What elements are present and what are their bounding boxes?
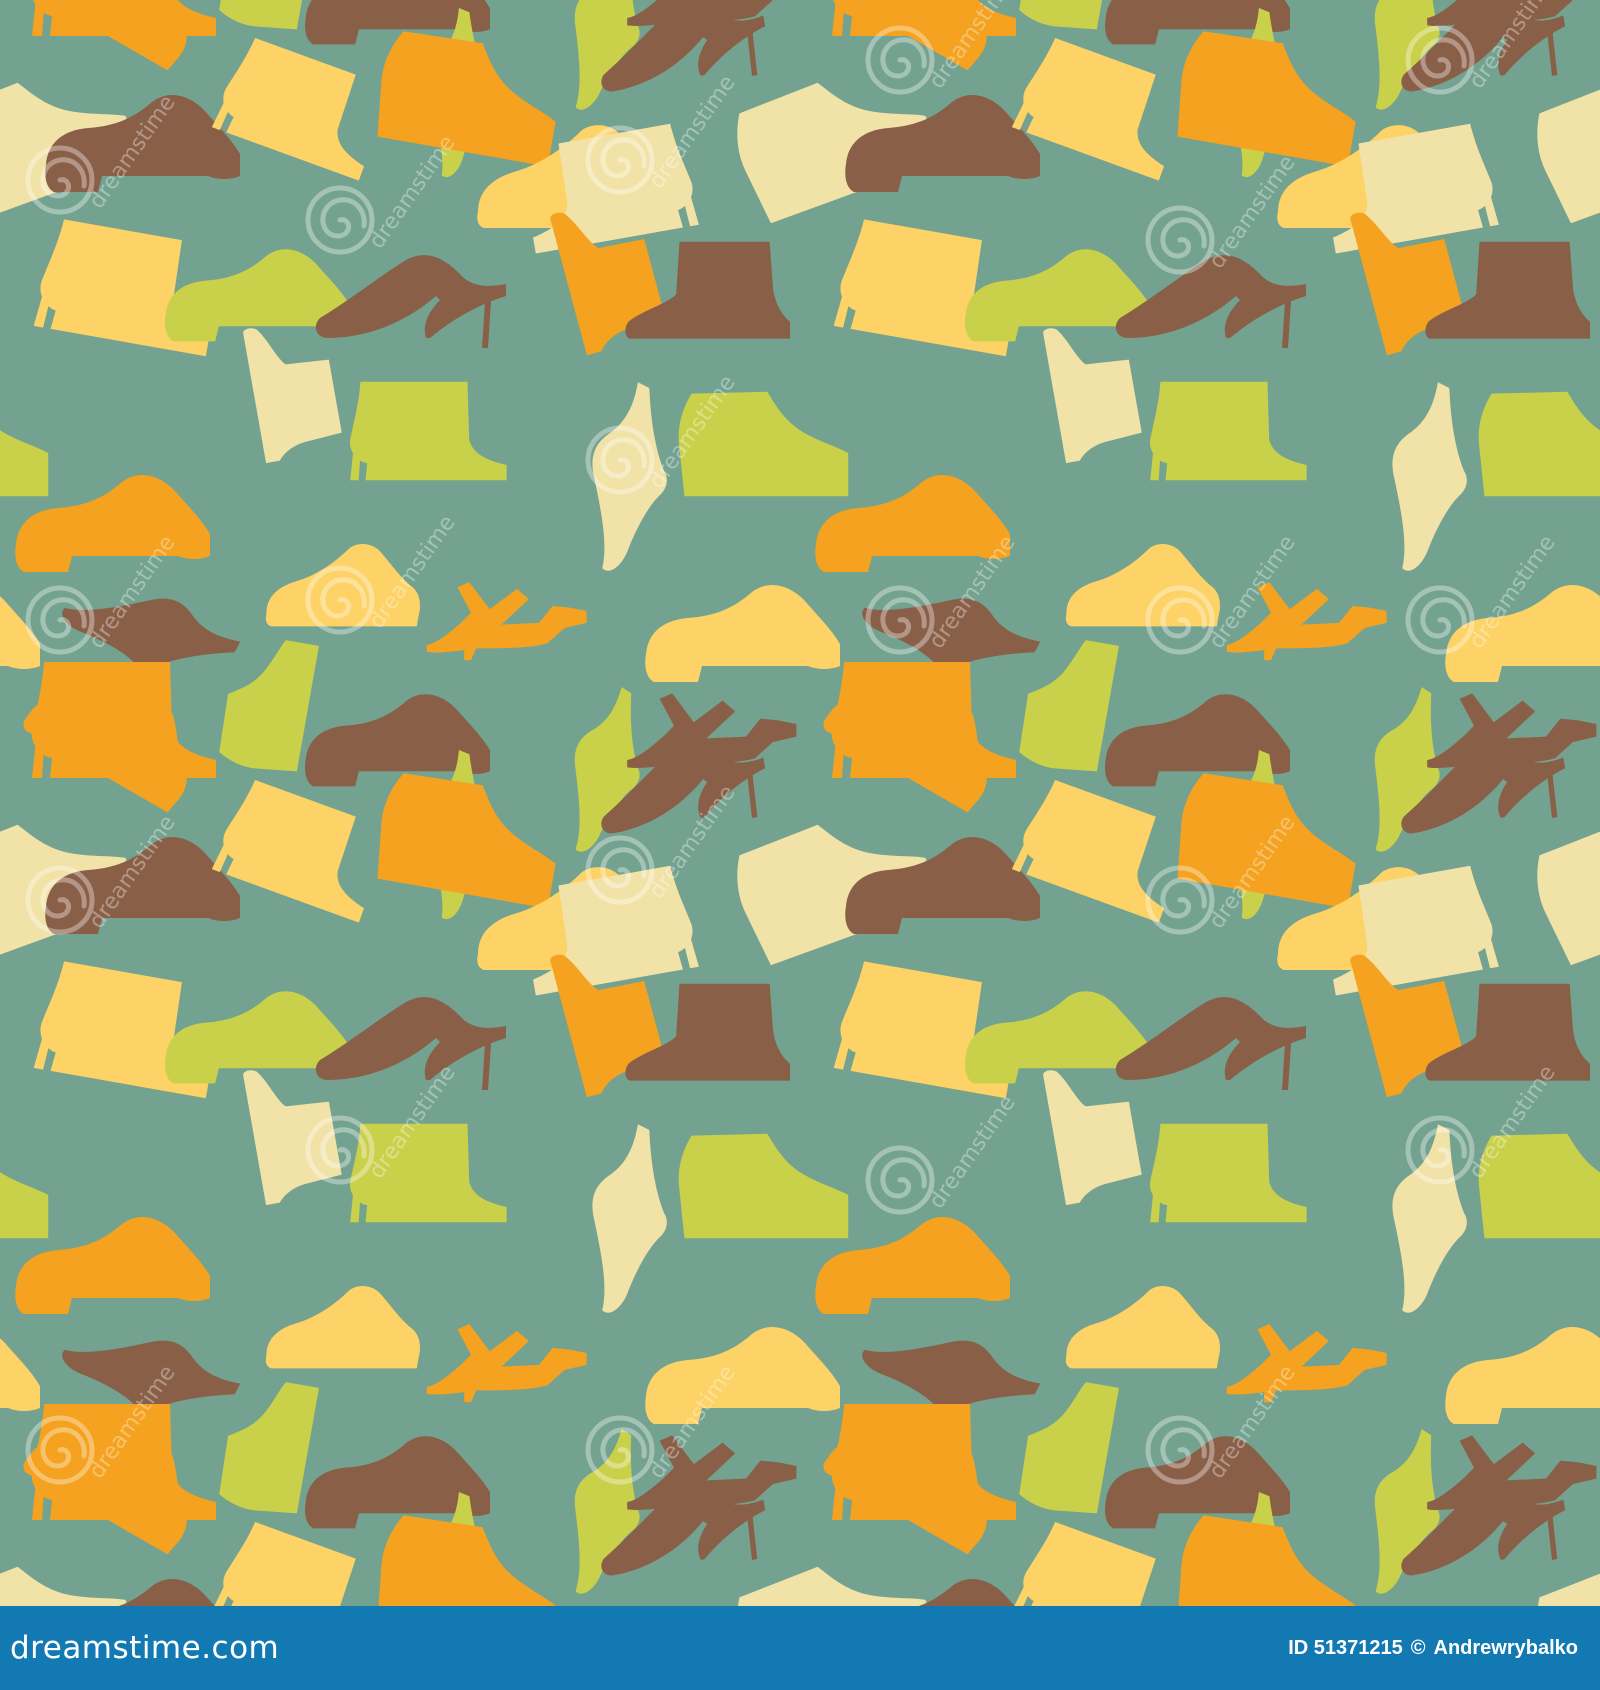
image-id-text: ID 51371215 xyxy=(1288,1636,1403,1659)
footer-credit: ID 51371215 © Andrewrybalko xyxy=(1288,1637,1578,1660)
footer-domain-text[interactable]: dreamstime.com xyxy=(10,1630,279,1666)
footer-bar: dreamstime.com ID 51371215 © Andrewrybal… xyxy=(0,1606,1600,1690)
shoe-pattern-artwork: dreamstime dreamstime dreamstime dreamstime… xyxy=(0,0,1600,1606)
shoe-pattern-svg: dreamstime dreamstime dreamstimedreamstime… xyxy=(0,0,1600,1606)
copyright-icon: © xyxy=(1410,1636,1426,1659)
author-name-text[interactable]: Andrewrybalko xyxy=(1434,1637,1578,1660)
